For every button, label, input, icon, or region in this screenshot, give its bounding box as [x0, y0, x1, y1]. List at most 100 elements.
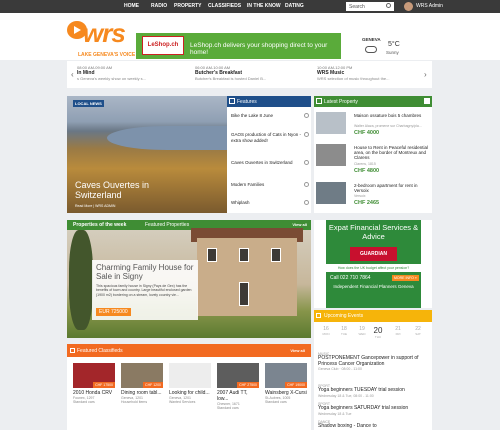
window-shape [239, 248, 249, 262]
user-name[interactable]: WRS Admin [416, 3, 443, 9]
hero-title[interactable]: Caves Ouvertes in Switzerland [75, 180, 185, 200]
latest-title: Latest Property [324, 99, 358, 105]
tab-properties-of-week[interactable]: Properties of the week [73, 222, 126, 228]
calendar-day[interactable]: 18 TUE [336, 326, 352, 336]
property-thumbnail[interactable] [316, 112, 346, 134]
classified-item[interactable]: CHF 19000 Wainsberg X-Cursi St-Aubres, 1… [265, 363, 307, 404]
event-item[interactable]: SPORT Yoga beginners TUESDAY trial sessi… [318, 384, 426, 398]
hero-meta[interactable]: Read More | WRS ADMIN [75, 204, 115, 208]
feature-item[interactable]: Modern Families [231, 182, 303, 188]
tab-featured-properties[interactable]: Featured Properties [145, 222, 189, 228]
ticker-item[interactable]: 06:00 AM-10:00 AM Butcher's Breakfast Bu… [195, 65, 305, 81]
feature-item[interactable]: Bike the Lake 8 June [231, 113, 303, 119]
property-thumbnail[interactable] [316, 182, 346, 204]
star-icon[interactable] [304, 160, 309, 165]
calendar-day[interactable]: 22 SAT [410, 326, 426, 336]
event-title[interactable]: POSTPONEMENT Gancepower in support of Pr… [318, 355, 426, 367]
event-item[interactable]: SPORT Yoga beginners SATURDAY trial sess… [318, 402, 426, 416]
classified-item[interactable]: Looking for child... Geneva, 1201 Wanted… [169, 363, 211, 404]
classified-item[interactable]: CHF 27500 2007 Audi TT, low... Chesner, … [217, 363, 259, 410]
day-number: 20 [373, 326, 383, 335]
ad-footer: Independent Financial Planners Geneva [333, 284, 414, 289]
property-title[interactable]: Maison ossature bois 5 chambres [354, 113, 430, 118]
nav-home[interactable]: HOME [124, 3, 139, 9]
event-item[interactable]: DANCE Shadow boxing - Dance to [318, 420, 426, 430]
classified-category: Wanted Services [169, 400, 196, 404]
classified-image[interactable]: CHF 27500 [217, 363, 259, 388]
property-location: Walter Alaza, promene sur Charbagny/pla.… [354, 124, 422, 128]
avatar[interactable] [404, 2, 413, 11]
calendar-day[interactable]: 19 WED [354, 326, 370, 336]
banner-ad[interactable]: LeShop.ch LeShop.ch delivers your shoppi… [136, 33, 341, 59]
property-item[interactable]: 2-bedroom apartment for rent in Versoix … [316, 180, 430, 212]
event-title[interactable]: Shadow boxing - Dance to [318, 423, 426, 430]
nav-radio[interactable]: RADIO [151, 3, 167, 9]
classified-image[interactable] [169, 363, 211, 388]
property-card[interactable]: Charming Family House for Sale in Signy … [92, 260, 198, 320]
classified-image[interactable]: CHF 1200 [121, 363, 163, 388]
banner-brand: LeShop.ch [142, 36, 184, 55]
property-title[interactable]: 2-bedroom apartment for rent in Versoix [354, 183, 430, 193]
property-card-title[interactable]: Charming Family House for Sale in Signy [96, 263, 196, 281]
latest-header: Latest Property [314, 96, 432, 107]
star-icon[interactable] [304, 182, 309, 187]
event-item[interactable]: MUSIC POSTPONEMENT Gancepower in support… [318, 352, 426, 371]
view-all-link[interactable]: View all [290, 348, 305, 353]
calendar-day[interactable]: 21 FRI [390, 326, 406, 336]
search-icon[interactable] [386, 3, 391, 8]
tree-shape [69, 230, 93, 330]
feature-item[interactable]: GAOS production of Cats in Nyon - extra … [231, 132, 303, 143]
property-price: CHF 4000 [354, 130, 380, 136]
property-item[interactable]: House to Rent in Peaceful residential ar… [316, 142, 430, 174]
calendar-strip: 16 MON 18 TUE 19 WED 20 THU 21 FRI 22 SAT [318, 326, 428, 348]
day-name: THU [374, 335, 382, 339]
star-icon[interactable] [304, 200, 309, 205]
property-showcase[interactable]: Charming Family House for Sale in Signy … [67, 228, 311, 338]
property-card-price: EUR 725000 [96, 308, 131, 316]
site-logo[interactable]: wrs [83, 20, 126, 46]
feature-item[interactable]: Caves Ouvertes in Switzerland [231, 160, 303, 166]
hero-image[interactable]: LOCAL NEWS Caves Ouvertes in Switzerland… [67, 96, 227, 213]
classified-image[interactable]: CHF 19000 [265, 363, 307, 388]
star-icon[interactable] [304, 113, 309, 118]
weather-temp: 5°C [388, 41, 400, 48]
chevron-left-icon[interactable]: ‹ [71, 70, 74, 79]
classified-title[interactable]: 2007 Audi TT, low... [217, 390, 259, 402]
nav-property[interactable]: PROPERTY [174, 3, 202, 9]
ad-panel[interactable]: Expat Financial Services & Advice GUARDI… [326, 220, 421, 308]
advertisement[interactable]: Expat Financial Services & Advice GUARDI… [314, 220, 432, 308]
ad-more-info-button[interactable]: MORE INFO » [392, 275, 419, 281]
nav-classifieds[interactable]: CLASSIFIEDS [208, 3, 241, 9]
day-name: MON [322, 332, 330, 336]
features-list: Features Bike the Lake 8 June GAOS produ… [227, 96, 311, 213]
door-shape [239, 282, 249, 306]
view-all-link[interactable]: View all [292, 222, 307, 227]
expand-icon[interactable] [424, 98, 430, 104]
square-icon [229, 98, 235, 104]
classified-image[interactable]: CHF 17500 [73, 363, 115, 388]
featured-section: LOCAL NEWS Caves Ouvertes in Switzerland… [67, 96, 311, 213]
search-placeholder: Search [349, 4, 365, 10]
search-input[interactable]: Search [346, 2, 394, 11]
square-icon [70, 348, 75, 353]
ticker-item[interactable]: 10:00 AM-12:00 PM WRS Music WRS selectio… [317, 65, 427, 81]
lake-shape [107, 126, 227, 150]
feature-item[interactable]: Whiplash [231, 200, 303, 206]
classified-category: Standard cars [73, 400, 95, 404]
calendar-day[interactable]: 16 MON [318, 326, 334, 336]
calendar-day-today[interactable]: 20 THU [370, 326, 386, 339]
classified-item[interactable]: CHF 17500 2010 Honda CRV Founex, 1297 St… [73, 363, 115, 404]
classified-item[interactable]: CHF 1200 Dining room tabl... Geneva, 120… [121, 363, 163, 404]
property-item[interactable]: Maison ossature bois 5 chambres Walter A… [316, 110, 430, 142]
classifieds-grid: CHF 17500 2010 Honda CRV Founex, 1297 St… [67, 357, 311, 430]
property-thumbnail[interactable] [316, 144, 346, 166]
event-meta: Geneva Club · 08:00 - 11:00 [318, 367, 362, 371]
chevron-right-icon[interactable]: › [424, 70, 427, 79]
nav-in-the-know[interactable]: IN THE KNOW [247, 3, 281, 9]
nav-dating[interactable]: DATING [285, 3, 304, 9]
ticker-item[interactable]: 08:00 AM-09:00 AM In Mind s Geneva's wee… [77, 65, 187, 81]
category-badge[interactable]: LOCAL NEWS [73, 100, 104, 107]
classified-price: CHF 17500 [93, 382, 115, 388]
property-title[interactable]: House to Rent in Peaceful residential ar… [354, 145, 430, 161]
star-icon[interactable] [304, 132, 309, 137]
